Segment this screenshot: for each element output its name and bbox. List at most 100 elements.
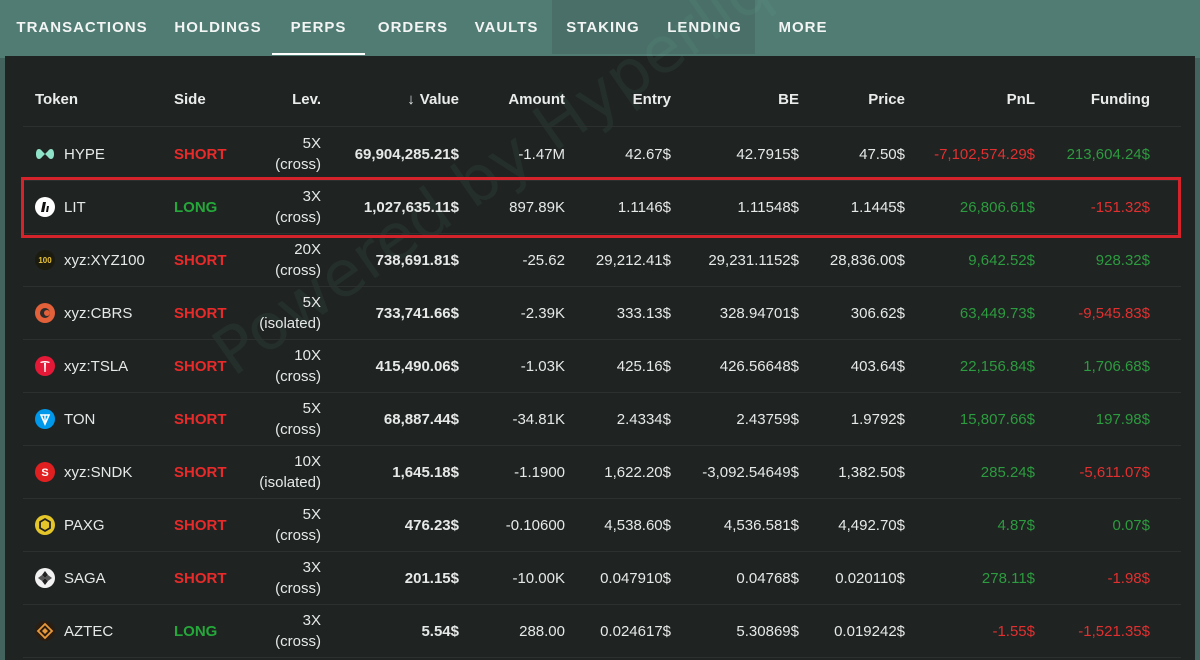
table-row[interactable]: PAXG SHORT 5X (cross) 476.23$ -0.10600 4,538.6…	[23, 499, 1181, 552]
leverage-value: 10X	[294, 453, 321, 470]
tab-label: HOLDINGS	[174, 18, 262, 36]
token-cell[interactable]: HYPE	[35, 128, 175, 180]
tab-label: ORDERS	[377, 18, 449, 36]
margin-mode: (cross)	[275, 580, 321, 597]
value-cell: 1,027,635.11$	[363, 198, 459, 216]
leverage-cell: 10X (isolated)	[248, 446, 321, 498]
table-row[interactable]: TON SHORT 5X (cross) 68,887.44$ -34.81K 2.4334…	[23, 393, 1181, 446]
side-cell: SHORT	[174, 410, 227, 428]
leverage-value: 3X	[302, 188, 321, 205]
tab-staking[interactable]: STAKING	[552, 0, 654, 54]
margin-mode: (cross)	[275, 156, 321, 173]
price-cell: 306.62$	[850, 304, 905, 322]
tab-transactions[interactable]: TRANSACTIONS	[0, 0, 164, 54]
table-row[interactable]: Sxyz:SNDK SHORT 10X (isolated) 1,645.18$ -1.1…	[23, 446, 1181, 499]
table-row[interactable]: SAGA SHORT 3X (cross) 201.15$ -10.00K 0.047910…	[23, 552, 1181, 605]
token-name: xyz:XYZ100	[64, 251, 145, 269]
tab-lending[interactable]: LENDING	[654, 0, 755, 54]
amount-cell: 897.89K	[509, 198, 565, 216]
col-lev[interactable]: Lev.	[248, 72, 321, 126]
pnl-cell: 278.11$	[981, 569, 1035, 587]
col-be[interactable]: BE	[673, 72, 799, 126]
col-entry[interactable]: Entry	[568, 72, 671, 126]
leverage-value: 20X	[294, 241, 321, 258]
col-value[interactable]: ↓ Value	[323, 72, 459, 126]
tab-perps[interactable]: PERPS	[272, 0, 365, 55]
side-cell: SHORT	[174, 463, 227, 481]
token-cell[interactable]: Sxyz:SNDK	[35, 446, 175, 498]
value-cell: 5.54$	[421, 622, 459, 640]
amount-cell: -0.10600	[505, 516, 565, 534]
col-amount[interactable]: Amount	[463, 72, 565, 126]
table-row[interactable]: xyz:CBRS SHORT 5X (isolated) 733,741.66$ -2.3…	[23, 287, 1181, 340]
svg-text:100: 100	[38, 256, 52, 265]
token-cell[interactable]: LIT	[35, 181, 175, 233]
amount-cell: -1.03K	[520, 357, 565, 375]
entry-cell: 4,538.60$	[604, 516, 671, 534]
leverage-cell: 5X (cross)	[248, 499, 321, 551]
entry-cell: 425.16$	[616, 357, 671, 375]
value-cell: 738,691.81$	[375, 251, 459, 269]
col-pnl[interactable]: PnL	[908, 72, 1035, 126]
pnl-cell: 63,449.73$	[959, 304, 1035, 322]
token-cell[interactable]: xyz:TSLA	[35, 340, 175, 392]
side-cell: LONG	[174, 622, 218, 640]
token-name: xyz:SNDK	[64, 463, 133, 481]
col-funding[interactable]: Funding	[1038, 72, 1150, 126]
tab-label: TRANSACTIONS	[16, 18, 148, 36]
leverage-value: 5X	[302, 294, 321, 311]
breakeven-cell: 426.56648$	[719, 357, 799, 375]
col-price[interactable]: Price	[803, 72, 905, 126]
entry-cell: 1.1146$	[617, 198, 671, 216]
table-row[interactable]: HYPE SHORT 5X (cross) 69,904,285.21$ -1.47M 42…	[23, 128, 1181, 181]
token-name: HYPE	[64, 145, 105, 163]
funding-cell: 1,706.68$	[1083, 357, 1150, 375]
leverage-cell: 10X (cross)	[248, 340, 321, 392]
price-cell: 28,836.00$	[829, 251, 905, 269]
token-cell[interactable]: SAGA	[35, 552, 175, 604]
hype-icon	[35, 144, 55, 164]
tab-label: PERPS	[290, 18, 347, 36]
funding-cell: -1,521.35$	[1078, 622, 1150, 640]
tab-label: VAULTS	[474, 18, 539, 36]
price-cell: 47.50$	[859, 145, 905, 163]
leverage-value: 3X	[302, 559, 321, 576]
token-cell[interactable]: AZTEC	[35, 605, 175, 657]
funding-cell: -5,611.07$	[1079, 463, 1150, 481]
xyz100-icon: 100	[35, 250, 55, 270]
token-cell[interactable]: 100 xyz:XYZ100	[35, 234, 175, 286]
table-row[interactable]: xyz:TSLA SHORT 10X (cross) 415,490.06$ -1.03K…	[23, 340, 1181, 393]
token-cell[interactable]: xyz:CBRS	[35, 287, 175, 339]
table-row[interactable]: LIT LONG 3X (cross) 1,027,635.11$ 897.89K 1.11…	[23, 181, 1181, 234]
table-row[interactable]: 100 xyz:XYZ100 SHORT 20X (cross) 738,691.81$ -…	[23, 234, 1181, 287]
pnl-cell: -7,102,574.29$	[934, 145, 1035, 163]
value-cell: 733,741.66$	[375, 304, 459, 322]
tab-holdings[interactable]: HOLDINGS	[164, 0, 272, 54]
cbrs-icon	[35, 303, 55, 323]
tab-more[interactable]: MORE	[755, 0, 851, 54]
amount-cell: -1.1900	[514, 463, 565, 481]
leverage-cell: 5X (cross)	[248, 128, 321, 180]
leverage-cell: 3X (cross)	[248, 605, 321, 657]
table-row[interactable]: AZTEC LONG 3X (cross) 5.54$ 288.00 0.024617$ 5.…	[23, 605, 1181, 658]
tab-label: LENDING	[667, 18, 742, 36]
tab-orders[interactable]: ORDERS	[365, 0, 461, 54]
col-token[interactable]: Token	[35, 72, 175, 126]
token-cell[interactable]: PAXG	[35, 499, 175, 551]
leverage-value: 5X	[302, 135, 321, 152]
side-cell: SHORT	[174, 357, 227, 375]
leverage-value: 10X	[294, 347, 321, 364]
funding-cell: 213,604.24$	[1066, 145, 1150, 163]
breakeven-cell: 42.7915$	[736, 145, 799, 163]
value-cell: 69,904,285.21$	[354, 145, 459, 163]
token-cell[interactable]: TON	[35, 393, 175, 445]
leverage-cell: 5X (isolated)	[248, 287, 321, 339]
pnl-cell: 4.87$	[997, 516, 1035, 534]
amount-cell: -25.62	[522, 251, 565, 269]
leverage-cell: 5X (cross)	[248, 393, 321, 445]
tab-vaults[interactable]: VAULTS	[461, 0, 552, 54]
col-side[interactable]: Side	[174, 72, 244, 126]
token-name: TON	[64, 410, 96, 428]
token-name: xyz:CBRS	[64, 304, 133, 322]
entry-cell: 1,622.20$	[604, 463, 671, 481]
